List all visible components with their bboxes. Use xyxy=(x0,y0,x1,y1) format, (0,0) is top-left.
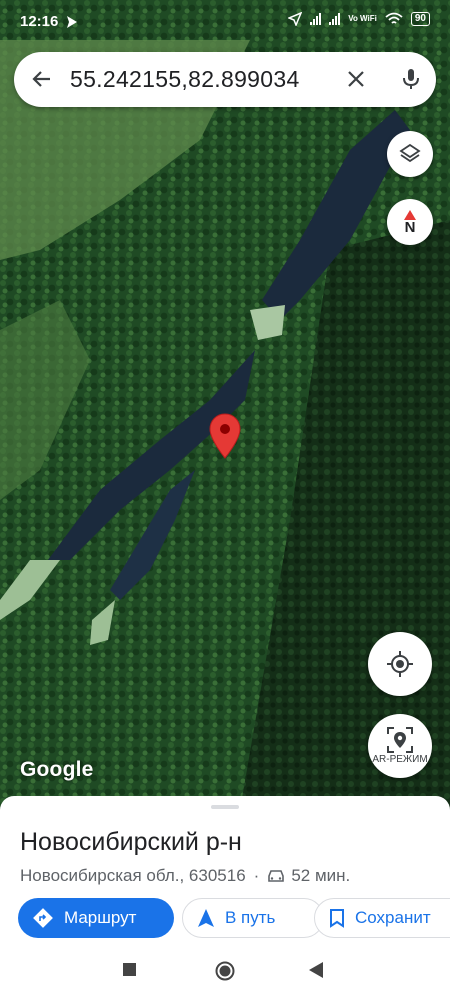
directions-icon xyxy=(33,908,53,928)
start-navigation-button[interactable]: В путь xyxy=(182,898,324,938)
separator: · xyxy=(253,866,260,885)
home-icon[interactable] xyxy=(215,961,235,981)
route-label: Маршрут xyxy=(64,908,137,927)
location-pin-icon[interactable] xyxy=(207,412,243,460)
compass-needle-icon xyxy=(404,209,416,220)
save-button[interactable]: Сохранит xyxy=(314,898,450,938)
wifi-icon xyxy=(385,12,403,24)
ar-mode-button[interactable]: AR-РЕЖИМ xyxy=(368,714,432,778)
navigation-status-icon xyxy=(67,16,77,28)
compass-button[interactable]: N xyxy=(387,199,433,245)
search-bar[interactable]: 55.242155,82.899034 xyxy=(14,52,436,107)
place-subtitle: Новосибирская обл., 630516 · 52 мин. xyxy=(20,866,350,886)
status-bar: 12:16 Vo WiFi 90 xyxy=(0,0,450,44)
action-chips: Маршрут В путь Сохранит xyxy=(18,898,450,940)
arrow-back-icon[interactable] xyxy=(30,67,54,91)
status-icons: Vo WiFi 90 xyxy=(288,12,430,26)
ar-icon xyxy=(387,727,413,753)
save-label: Сохранит xyxy=(355,908,431,927)
battery-indicator: 90 xyxy=(410,12,430,26)
system-nav-bar xyxy=(0,946,450,1000)
signal-icon xyxy=(310,13,322,25)
vowifi-label: Vo WiFi xyxy=(348,14,377,23)
bookmark-icon xyxy=(330,909,344,928)
compass-label: N xyxy=(404,218,416,236)
back-icon[interactable] xyxy=(309,962,323,978)
start-navigation-label: В путь xyxy=(225,908,276,927)
signal-icon-2 xyxy=(329,13,341,25)
ar-mode-label: AR-РЕЖИМ xyxy=(372,754,428,765)
travel-time: 52 мин. xyxy=(291,866,351,885)
search-input[interactable]: 55.242155,82.899034 xyxy=(70,66,300,93)
car-icon xyxy=(268,870,285,882)
drag-handle[interactable] xyxy=(211,805,239,809)
recents-icon[interactable] xyxy=(123,963,136,976)
route-button[interactable]: Маршрут xyxy=(18,898,174,938)
my-location-button[interactable] xyxy=(368,632,432,696)
layers-icon xyxy=(399,143,421,163)
place-title: Новосибирский р-н xyxy=(20,828,242,856)
navigation-arrow-icon xyxy=(198,909,214,927)
close-icon[interactable] xyxy=(344,67,368,91)
place-address: Новосибирская обл., 630516 xyxy=(20,866,246,885)
layers-button[interactable] xyxy=(387,131,433,177)
my-location-icon xyxy=(387,651,413,677)
status-time: 12:16 xyxy=(20,13,59,30)
google-watermark: Google xyxy=(20,758,94,781)
location-arrow-icon xyxy=(288,12,303,26)
mic-icon[interactable] xyxy=(398,66,424,92)
